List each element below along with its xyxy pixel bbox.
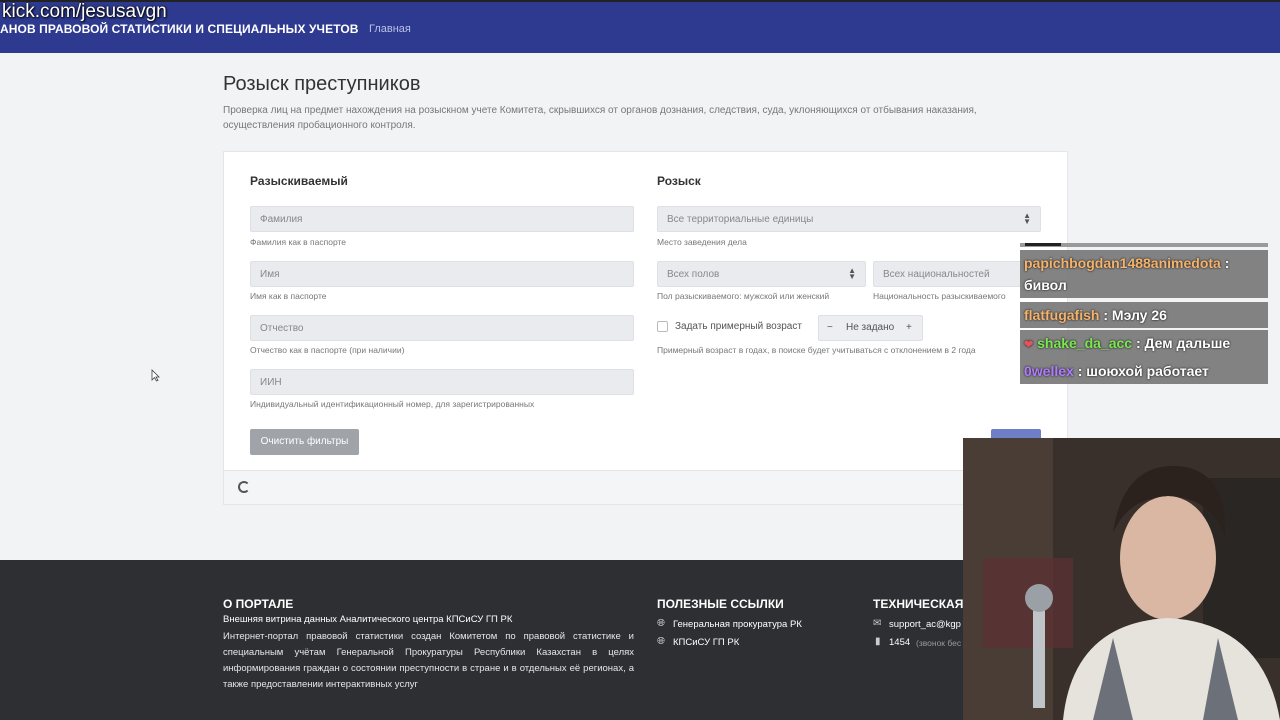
- territory-hint: Место заведения дела: [657, 237, 747, 247]
- globe-icon: 🌐︎: [657, 618, 665, 629]
- name-hint: Имя как в паспорте: [250, 291, 327, 301]
- chat-text: бивол: [1024, 277, 1067, 293]
- nationality-hint: Национальность разыскиваемого: [873, 291, 1006, 301]
- globe-icon: 🌐︎: [657, 636, 665, 647]
- chat-message: ❤ shake_da_acc : Дем дальше: [1020, 330, 1268, 358]
- section-title-search: Розыск: [657, 174, 701, 188]
- age-minus-button[interactable]: −: [827, 322, 833, 333]
- stream-url-overlay: kick.com/jesusavgn: [2, 1, 167, 22]
- name-input[interactable]: Имя: [250, 261, 634, 287]
- webcam-overlay: [963, 438, 1280, 720]
- chat-username: shake_da_acc: [1037, 335, 1133, 351]
- patronymic-input[interactable]: Отчество: [250, 315, 634, 341]
- spinner-icon: [238, 481, 250, 493]
- footer-about-text: Интернет-портал правовой статистики созд…: [223, 631, 634, 690]
- footer-support-email[interactable]: support_ac@kgp: [889, 619, 961, 630]
- chat-message: flatfugafish : Мэлу 26: [1020, 302, 1268, 328]
- sort-arrows-icon: ▲ ▼: [848, 266, 856, 281]
- footer-support-phone-note: (звонок бес: [916, 638, 962, 648]
- age-checkbox[interactable]: [657, 321, 668, 332]
- footer-link-prosecutor[interactable]: Генеральная прокуратура РК: [673, 619, 802, 630]
- heart-icon: ❤: [1024, 339, 1034, 351]
- chat-message: papichbogdan1488animedota : бивол: [1020, 250, 1268, 298]
- section-title-wanted: Разыскиваемый: [250, 174, 348, 188]
- patronymic-hint: Отчество как в паспорте (при наличии): [250, 345, 405, 355]
- chat-text: шоюхой работает: [1086, 363, 1209, 379]
- nationality-select[interactable]: Всех национальностей: [873, 261, 1041, 287]
- age-plus-button[interactable]: +: [906, 322, 912, 333]
- chat-top-marker: [1025, 243, 1061, 246]
- territory-select[interactable]: Все территориальные единицы ▲ ▼: [657, 206, 1041, 232]
- gender-select[interactable]: Всех полов ▲ ▼: [657, 261, 866, 287]
- surname-input[interactable]: Фамилия: [250, 206, 634, 232]
- page-title: Розыск преступников: [223, 73, 421, 95]
- webcam-image: [963, 438, 1280, 720]
- mail-icon: ✉: [873, 618, 882, 629]
- page-description: Проверка лиц на предмет нахождения на ро…: [223, 105, 977, 131]
- footer-links-title: ПОЛЕЗНЫЕ ССЫЛКИ: [657, 597, 784, 611]
- site-brand[interactable]: АНОВ ПРАВОВОЙ СТАТИСТИКИ И СПЕЦИАЛЬНЫХ У…: [0, 22, 359, 36]
- gender-hint: Пол разыскиваемого: мужской или женский: [657, 291, 830, 301]
- footer-support-phone[interactable]: 1454: [889, 637, 910, 648]
- age-hint: Примерный возраст в годах, в поиске буде…: [657, 345, 976, 355]
- sort-arrows-icon: ▲ ▼: [1023, 211, 1031, 226]
- chat-message: 0wellex : шоюхой работает: [1020, 358, 1268, 384]
- footer-link-kpsisu[interactable]: КПСиСУ ГП РК: [673, 637, 739, 648]
- iin-hint: Индивидуальный идентификационный номер, …: [250, 399, 535, 409]
- chat-username: 0wellex: [1024, 363, 1074, 379]
- chat-text: Дем дальше: [1144, 335, 1231, 351]
- chat-text: Мэлу 26: [1111, 307, 1167, 323]
- age-value: Не задано: [846, 322, 895, 333]
- clear-filters-button[interactable]: Очистить фильтры: [250, 429, 359, 455]
- mouse-cursor-icon: [151, 369, 160, 382]
- iin-input[interactable]: ИИН: [250, 369, 634, 395]
- results-area: [223, 470, 1068, 505]
- top-navbar: АНОВ ПРАВОВОЙ СТАТИСТИКИ И СПЕЦИАЛЬНЫХ У…: [0, 0, 1280, 53]
- surname-hint: Фамилия как в паспорте: [250, 237, 347, 247]
- footer-about-title: О ПОРТАЛЕ: [223, 597, 294, 611]
- age-checkbox-label[interactable]: Задать примерный возраст: [675, 321, 802, 332]
- chat-username: flatfugafish: [1024, 307, 1100, 323]
- phone-icon: ▮: [875, 636, 881, 647]
- chat-username: papichbogdan1488animedota: [1024, 255, 1221, 271]
- footer-about-subtitle: Внешняя витрина данных Аналитического це…: [223, 614, 513, 625]
- footer-support-title: ТЕХНИЧЕСКАЯ: [873, 597, 964, 611]
- nav-link-home[interactable]: Главная: [369, 23, 411, 35]
- age-stepper[interactable]: − Не задано +: [818, 315, 923, 341]
